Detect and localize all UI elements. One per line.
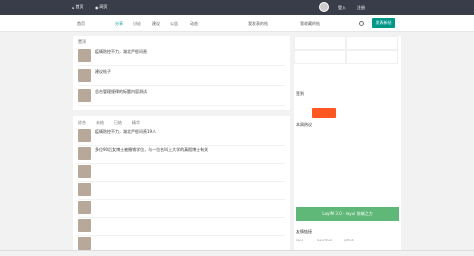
home-icon: ⌂ (72, 4, 75, 10)
sidebar-button[interactable] (346, 50, 398, 64)
post-thumbnail (78, 147, 91, 160)
sidebar: 签到 本周热议 LayIM 3.0 - layui 前端之力 友情链接 layu… (294, 36, 401, 250)
register-link[interactable]: 注册 (357, 5, 365, 11)
post-title[interactable]: 疫情防控不力，湖北严惩问责 (95, 49, 147, 55)
feed-tab-all[interactable]: 综合 (78, 120, 86, 126)
status-bar (0, 250, 474, 256)
login-link[interactable]: 登入 (338, 5, 346, 11)
list-item[interactable] (78, 182, 285, 200)
sidebar-button[interactable] (294, 50, 346, 64)
user-avatar[interactable] (319, 2, 329, 12)
post-thumbnail (78, 69, 91, 82)
list-item[interactable]: 疫情防控不力，湖北严惩问责19人 (78, 128, 285, 146)
site-link[interactable]: ◉ 网页 (95, 4, 108, 10)
list-item[interactable] (78, 164, 285, 182)
post-title[interactable]: 总台管理规律的标题内容测试 (95, 89, 147, 95)
sidebar-button[interactable] (346, 36, 398, 50)
post-thumbnail (78, 49, 91, 62)
post-thumbnail (78, 237, 91, 250)
tab-my-posts[interactable]: 我发表的帖 (248, 21, 268, 27)
list-item[interactable]: 建议帖子 (78, 68, 285, 86)
list-item[interactable] (78, 218, 285, 236)
friend-links-title: 友情链接 (296, 229, 312, 234)
post-title[interactable]: 建议帖子 (95, 69, 111, 75)
pinned-posts-card: 置顶 疫情防控不力，湖北严惩问责 建议帖子 总台管理规律的标题内容测试 (73, 36, 290, 110)
post-thumbnail (78, 129, 91, 142)
post-thumbnail (78, 165, 91, 178)
post-thumbnail (78, 183, 91, 196)
tab-my-favorites[interactable]: 我收藏的帖 (300, 21, 320, 27)
sub-navigation: 首页 分享 讨论 建议 公告 动态 我发表的帖 我收藏的帖 发表新帖 (0, 15, 474, 32)
friend-link[interactable]: layui (296, 238, 303, 242)
tab-activity[interactable]: 动态 (190, 21, 198, 27)
post-title[interactable]: 多位90后女博士被撤销学位，与一位名叫上大学的真假博士有关 (95, 147, 208, 153)
friend-link[interactable]: Gaochhub (317, 238, 332, 242)
hot-topics-title: 本周热议 (296, 122, 312, 127)
sign-in-title: 签到 (296, 91, 304, 96)
post-title[interactable]: 疫情防控不力，湖北严惩问责19人 (95, 129, 156, 135)
new-post-button[interactable]: 发表新帖 (372, 18, 395, 28)
feed-tab-solved[interactable]: 已结 (114, 120, 122, 126)
list-item[interactable] (78, 200, 285, 218)
search-icon[interactable] (359, 21, 364, 26)
list-item[interactable]: 多位90后女博士被撤销学位，与一位名叫上大学的真假博士有关 (78, 146, 285, 164)
feed-tab-featured[interactable]: 精华 (132, 120, 140, 126)
post-thumbnail (78, 201, 91, 214)
tab-announcement[interactable]: 公告 (170, 21, 178, 27)
friend-link[interactable]: github (344, 238, 354, 242)
top-navigation-bar: ⌂ 首页 ◉ 网页 登入 注册 (0, 0, 474, 15)
tab-share[interactable]: 分享 (115, 21, 123, 27)
post-thumbnail (78, 89, 91, 102)
sidebar-button[interactable] (294, 36, 346, 50)
home-link[interactable]: ⌂ 首页 (72, 4, 84, 10)
feed-card: 综合 未结 已结 精华 疫情防控不力，湖北严惩问责19人 多位90后女博士被撤销… (73, 116, 290, 254)
list-item[interactable]: 疫情防控不力，湖北严惩问责 (78, 48, 285, 66)
sign-in-button[interactable] (312, 108, 336, 118)
tab-discuss[interactable]: 讨论 (133, 21, 141, 27)
tab-home[interactable]: 首页 (77, 21, 85, 27)
tab-suggestion[interactable]: 建议 (152, 21, 160, 27)
pinned-title: 置顶 (78, 39, 86, 44)
web-icon: ◉ (95, 4, 99, 10)
list-item[interactable]: 总台管理规律的标题内容测试 (78, 88, 285, 106)
post-thumbnail (78, 219, 91, 232)
layim-banner[interactable]: LayIM 3.0 - layui 前端之力 (296, 207, 399, 221)
feed-tab-unsolved[interactable]: 未结 (96, 120, 104, 126)
